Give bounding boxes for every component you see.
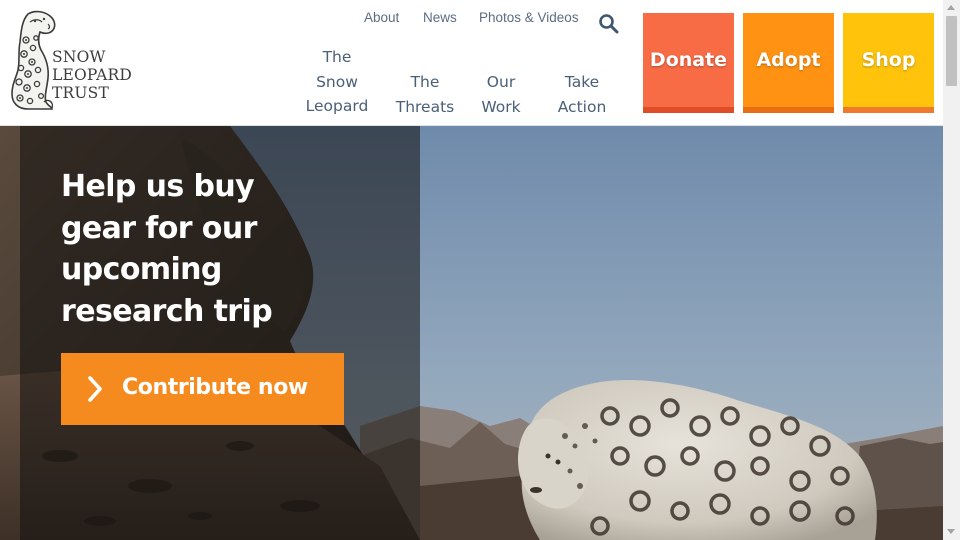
hero-headline-line: research trip — [61, 293, 273, 329]
shop-button[interactable]: Shop — [843, 13, 934, 113]
scroll-down-arrow-icon[interactable] — [947, 529, 955, 534]
nav-item-the-snow-leopard[interactable]: The Snow Leopard — [300, 45, 374, 119]
search-button[interactable] — [598, 13, 620, 35]
hero-headline-line: upcoming — [61, 252, 222, 287]
scrollbar-thumb[interactable] — [946, 16, 957, 86]
nav-item-line: The — [410, 73, 440, 91]
adopt-label: Adopt — [756, 49, 821, 71]
nav-item-line: Threats — [395, 97, 455, 116]
hero-banner: Help us buy gear for our upcoming resear… — [0, 126, 943, 540]
nav-item-line: Snow — [316, 72, 358, 91]
nav-item-our-work[interactable]: Our Work — [476, 70, 526, 119]
logo-word-leopard: LEOPARD — [52, 66, 133, 84]
logo-word-snow: SNOW — [52, 48, 106, 66]
logo-word-trust: TRUST — [52, 84, 110, 102]
donate-stripe — [643, 107, 734, 113]
donate-button[interactable]: Donate — [643, 13, 734, 113]
nav-item-line: Leopard — [305, 97, 369, 115]
site-header: SNOW LEOPARD TRUST About News Photos & V… — [0, 0, 943, 126]
shop-label: Shop — [861, 49, 916, 71]
nav-item-line: Work — [481, 97, 521, 116]
hero-headline-line: Help us buy — [61, 169, 255, 204]
hero-headline-line: gear for our — [61, 210, 257, 246]
nav-item-line: The — [322, 48, 352, 66]
search-icon — [599, 14, 619, 34]
page-scrollbar[interactable] — [943, 0, 960, 540]
scroll-up-arrow-icon[interactable] — [947, 5, 955, 10]
nav-item-line: Our — [486, 73, 516, 91]
nav-item-line: Take — [564, 73, 600, 91]
util-link-photos-videos[interactable]: Photos & Videos — [479, 10, 579, 25]
logo-wordmark: SNOW LEOPARD TRUST — [52, 48, 142, 102]
nav-item-take-action[interactable]: Take Action — [552, 70, 612, 119]
util-link-about[interactable]: About — [364, 10, 399, 25]
contribute-now-button[interactable]: Contribute now — [61, 353, 344, 425]
adopt-button[interactable]: Adopt — [743, 13, 834, 113]
util-link-news[interactable]: News — [423, 10, 457, 25]
hero-headline: Help us buy gear for our upcoming resear… — [61, 166, 391, 332]
chevron-right-icon — [88, 376, 102, 402]
nav-item-line: Action — [557, 97, 607, 116]
nav-item-the-threats[interactable]: The Threats — [392, 70, 458, 119]
contribute-now-label: Contribute now — [122, 375, 308, 400]
shop-stripe — [843, 107, 934, 113]
adopt-stripe — [743, 107, 834, 113]
donate-label: Donate — [649, 49, 728, 71]
